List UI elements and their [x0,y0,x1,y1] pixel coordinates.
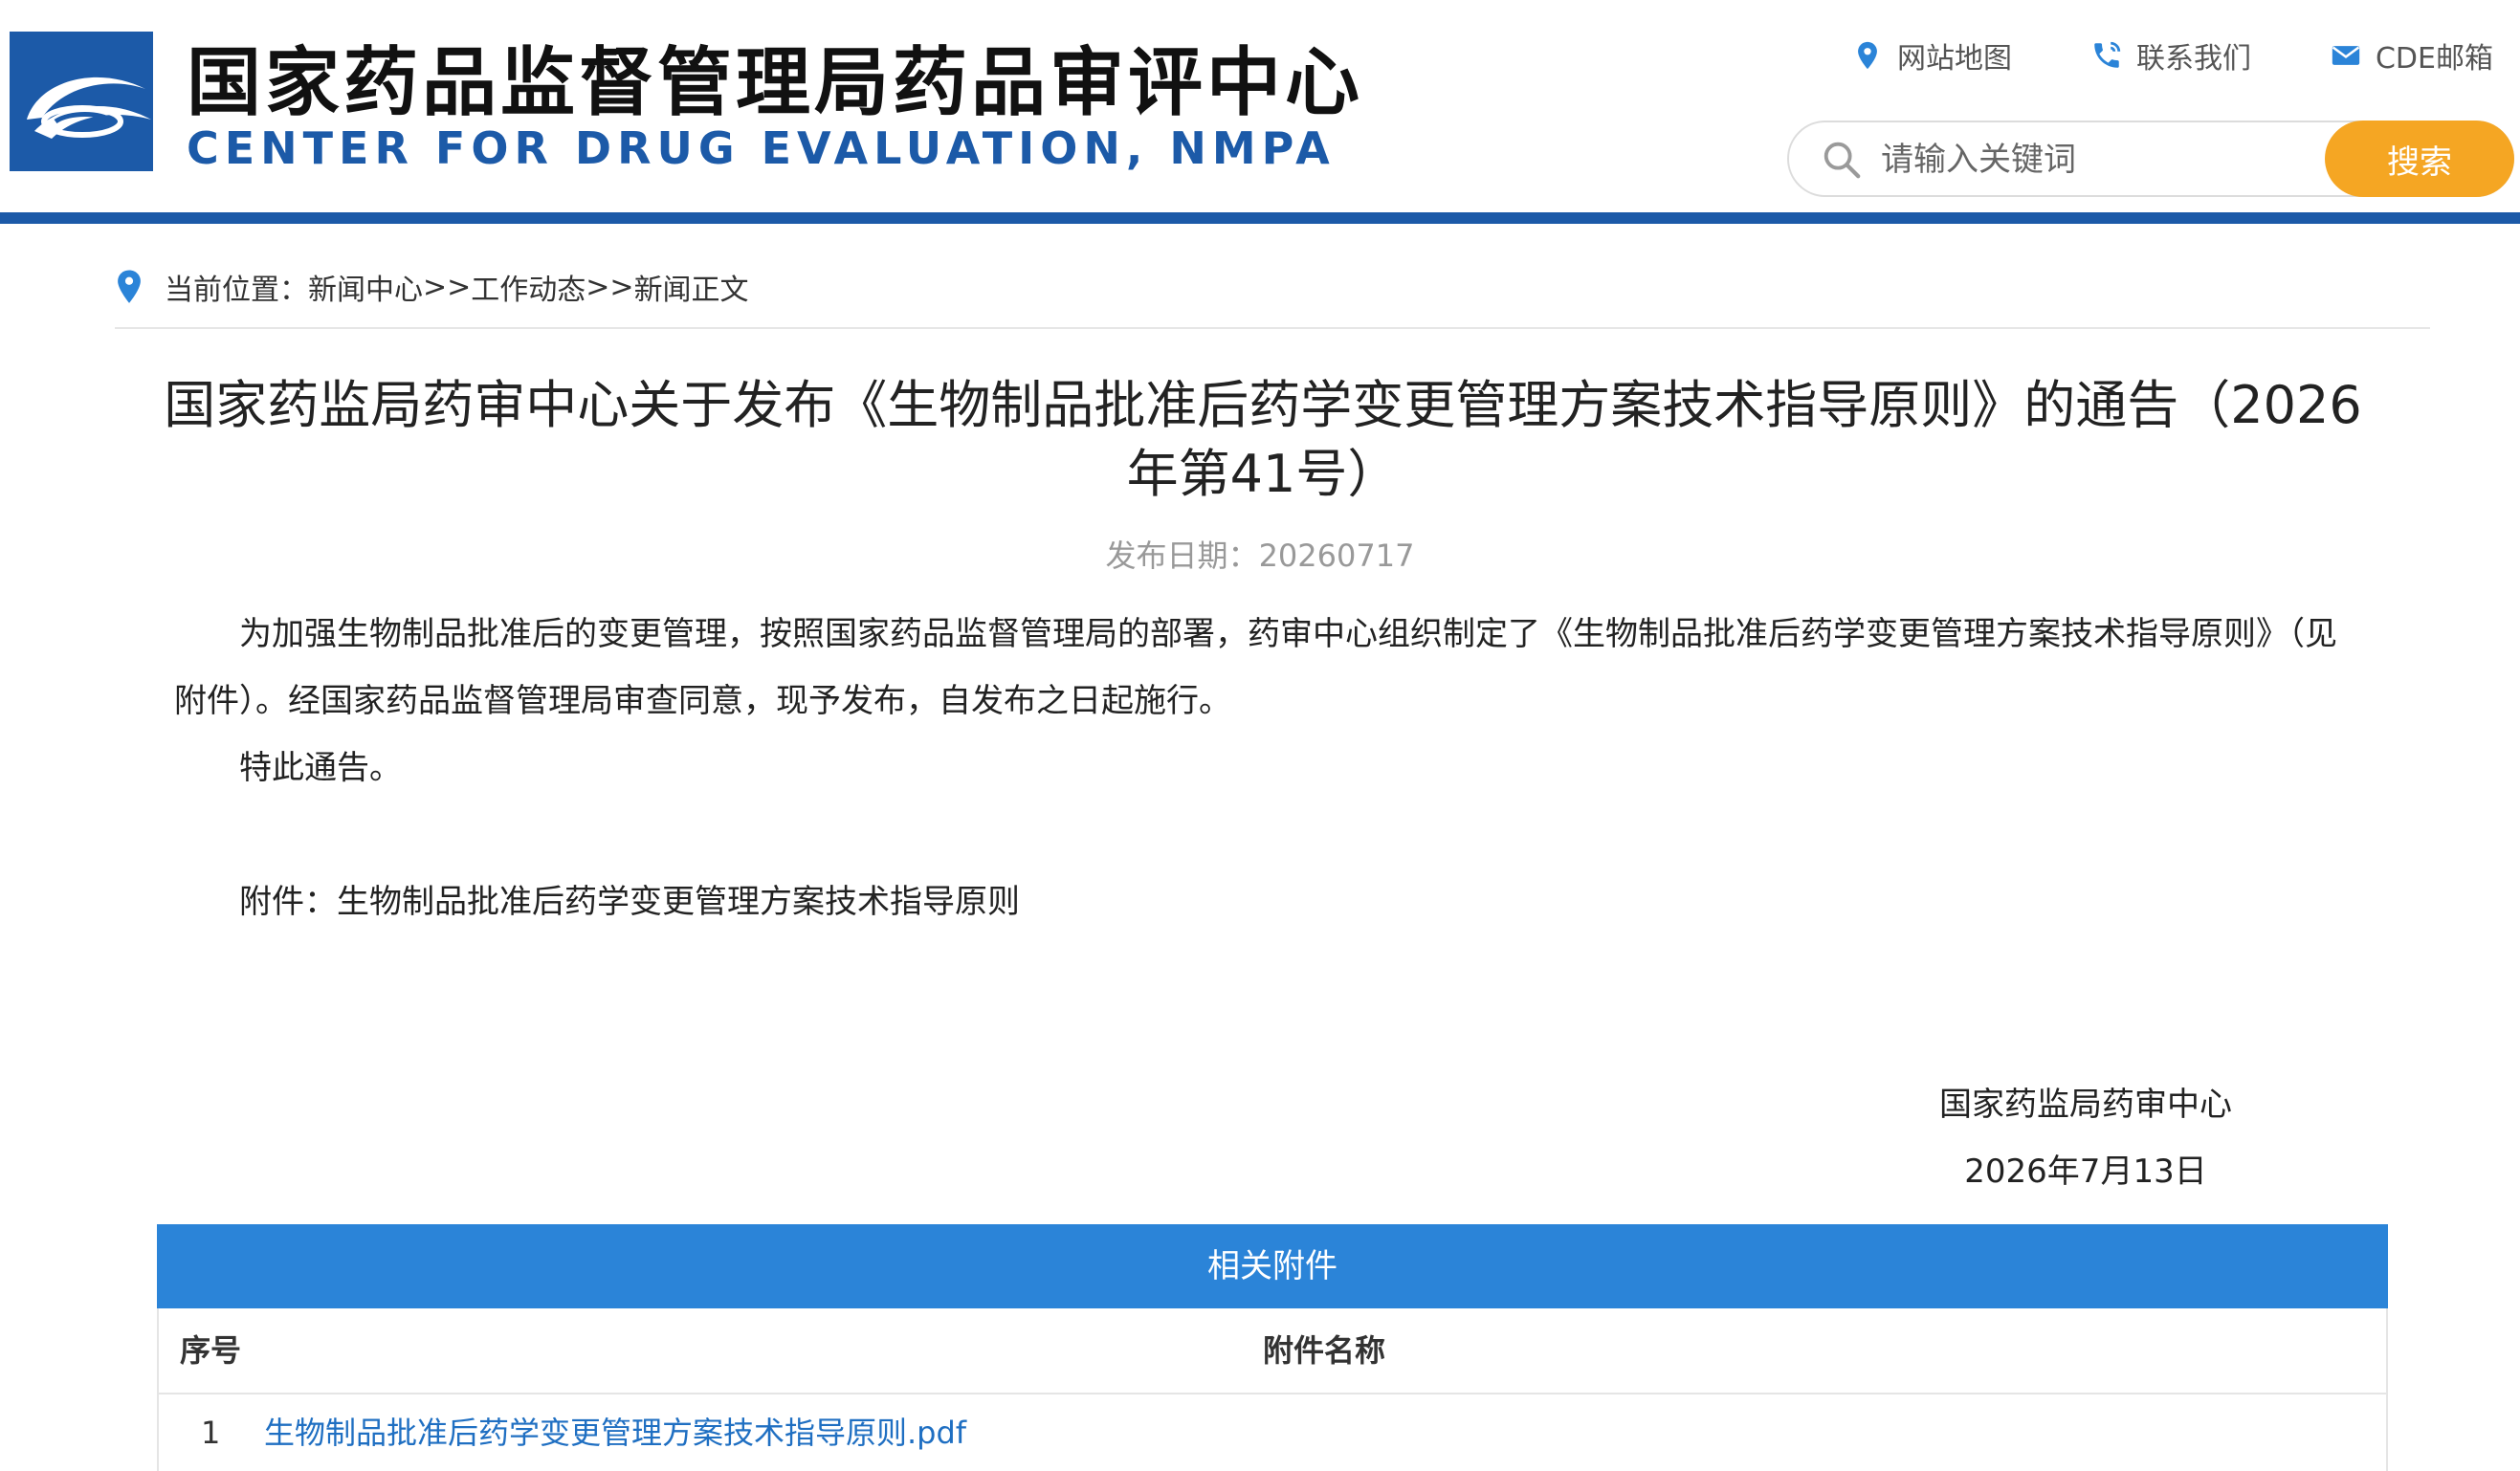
publish-date-value: 20260717 [1258,538,1415,574]
breadcrumb-news-body: 新闻正文 [633,274,749,307]
search-button[interactable]: 搜索 [2325,121,2514,197]
contact-us-link[interactable]: 联系我们 [2090,34,2251,77]
breadcrumb-work-news[interactable]: 工作动态 [471,266,586,308]
column-header-name: 附件名称 [1263,1332,1386,1369]
publish-date: 发布日期：20260717 [0,532,2520,576]
phone-icon [2094,41,2121,68]
article-blank-line [174,801,2365,868]
header-divider-bar [0,212,2520,224]
breadcrumb-news-center[interactable]: 新闻中心 [308,266,423,308]
site-map-link[interactable]: 网站地图 [1851,34,2012,77]
site-title-en: CENTER FOR DRUG EVALUATION, NMPA [187,122,1336,174]
search-icon [1824,142,1861,179]
breadcrumb-separator: >> [423,270,472,304]
article-body: 为加强生物制品批准后的变更管理，按照国家药品监督管理局的部署，药审中心组织制定了… [174,601,2365,935]
signature-block: 国家药监局药审中心 2026年7月13日 [1913,1071,2258,1205]
breadcrumb-divider [115,327,2430,329]
top-links: 网站地图 联系我们 CDE邮箱 [1851,34,2493,77]
table-row: 1 生物制品批准后药学变更管理方案技术指导原则.pdf [157,1394,2388,1471]
signature-org: 国家药监局药审中心 [1939,1086,2232,1124]
site-header: 国家药品监督管理局药品审评中心 CENTER FOR DRUG EVALUATI… [0,0,2520,212]
cde-mail-link[interactable]: CDE邮箱 [2330,34,2493,77]
mail-icon [2332,46,2360,65]
site-map-label: 网站地图 [1896,42,2012,76]
column-header-seq: 序号 [180,1332,242,1369]
attachments-table: 相关附件 序号 附件名称 1 生物制品批准后药学变更管理方案技术指导原则.pdf [157,1224,2388,1471]
search-input[interactable] [1879,130,2380,189]
breadcrumb: 当前位置： 新闻中心 >> 工作动态 >> 新闻正文 [115,266,749,308]
search-box: 搜索 [1787,121,2514,197]
site-title-cn: 国家药品监督管理局药品审评中心 [187,40,1364,126]
attachments-header: 相关附件 [157,1224,2388,1308]
cde-logo[interactable] [10,32,153,171]
publish-date-label: 发布日期： [1105,538,1259,574]
article-paragraph: 为加强生物制品批准后的变更管理，按照国家药品监督管理局的部署，药审中心组织制定了… [174,615,2337,720]
signature-date: 2026年7月13日 [1964,1153,2207,1191]
attachments-column-headers: 序号 附件名称 [157,1308,2388,1394]
cde-logo-icon [10,32,153,171]
breadcrumb-prefix: 当前位置： [165,274,308,307]
article-title: 国家药监局药审中心关于发布《生物制品批准后药学变更管理方案技术指导原则》的通告（… [164,375,2362,504]
location-pin-icon [118,270,141,303]
row-seq: 1 [201,1415,221,1451]
location-pin-icon [1858,41,1877,70]
breadcrumb-separator: >> [586,270,634,304]
cde-mail-label: CDE邮箱 [2375,42,2493,76]
article-paragraph: 特此通告。 [239,749,402,787]
contact-us-label: 联系我们 [2135,42,2251,76]
article-attachment-note: 附件：生物制品批准后药学变更管理方案技术指导原则 [239,883,1020,921]
attachment-pdf-link[interactable]: 生物制品批准后药学变更管理方案技术指导原则.pdf [264,1394,966,1471]
